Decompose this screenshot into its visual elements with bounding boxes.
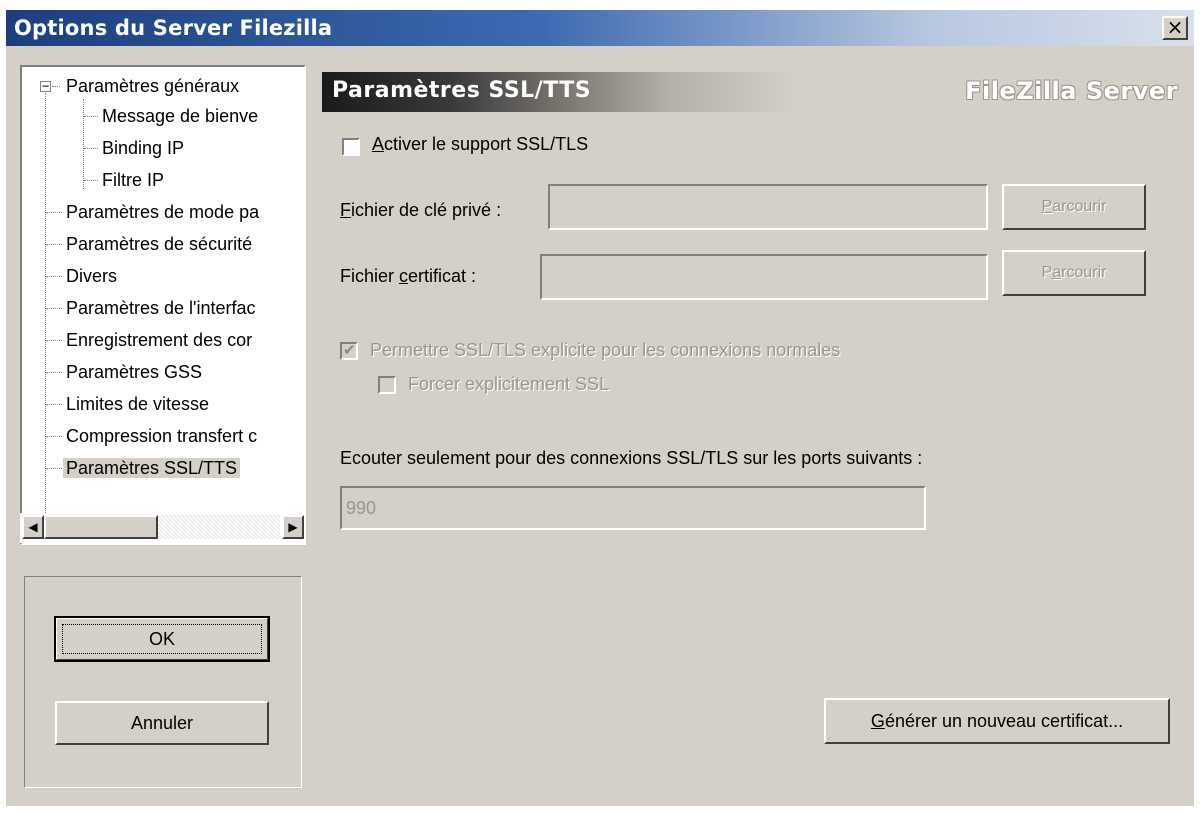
- brand-logo-text: FileZilla Server: [965, 77, 1178, 105]
- tree-item-general[interactable]: Paramètres généraux: [66, 75, 239, 97]
- title-bar: Options du Server Filezilla ×: [6, 10, 1194, 46]
- tree-item-gss[interactable]: Paramètres GSS: [66, 361, 202, 383]
- page-header: Paramètres SSL/TTS FileZilla Server: [322, 72, 1188, 112]
- tree-item-ssl[interactable]: Paramètres SSL/TTS: [63, 457, 241, 479]
- dialog-client: − Paramètres généraux Message de bienve …: [6, 46, 1194, 806]
- options-dialog: Options du Server Filezilla × − Paramètr…: [0, 0, 1200, 814]
- cancel-button[interactable]: Annuler: [55, 701, 269, 745]
- tree-item-ip-filter[interactable]: Filtre IP: [102, 169, 164, 191]
- certificate-field[interactable]: [540, 254, 988, 300]
- scroll-left-button[interactable]: ◀: [22, 515, 44, 539]
- tree-item-speed-limits[interactable]: Limites de vitesse: [66, 393, 209, 415]
- explicit-ssl-checkbox[interactable]: ✔: [340, 341, 358, 360]
- generate-certificate-button[interactable]: Générer un nouveau certificat...: [824, 698, 1170, 744]
- tree-item-misc[interactable]: Divers: [66, 265, 117, 287]
- close-icon: ×: [1166, 15, 1184, 39]
- scroll-left-icon: ◀: [28, 520, 38, 534]
- ssl-ports-label: Ecouter seulement pour des connexions SS…: [340, 448, 923, 468]
- page-title: Paramètres SSL/TTS: [332, 78, 592, 103]
- tree-item-interface[interactable]: Paramètres de l'interfac: [66, 297, 256, 319]
- ok-button[interactable]: OK: [54, 616, 270, 662]
- certificate-label: Fichier certificat :: [340, 266, 477, 286]
- explicit-ssl-label[interactable]: Permettre SSL/TLS explicite pour les con…: [370, 340, 840, 361]
- private-key-label: Fichier de clé privé :: [340, 200, 502, 220]
- scroll-thumb[interactable]: [44, 515, 158, 539]
- tree-horizontal-scrollbar[interactable]: ◀ ▶: [20, 513, 306, 543]
- tree-item-compression[interactable]: Compression transfert c: [66, 425, 257, 447]
- close-button[interactable]: ×: [1162, 16, 1188, 40]
- settings-tree[interactable]: − Paramètres généraux Message de bienve …: [20, 65, 306, 545]
- tree-item-passive-mode[interactable]: Paramètres de mode pa: [66, 201, 259, 223]
- enable-ssl-label[interactable]: Activer le support SSL/TLS: [372, 134, 588, 155]
- collapse-icon[interactable]: −: [40, 80, 51, 92]
- window-title: Options du Server Filezilla: [14, 16, 333, 40]
- tree-item-logging[interactable]: Enregistrement des cor: [66, 329, 252, 351]
- force-explicit-ssl-checkbox[interactable]: [378, 376, 396, 394]
- scroll-right-icon: ▶: [288, 520, 298, 534]
- tree-item-security[interactable]: Paramètres de sécurité: [66, 233, 252, 255]
- force-explicit-ssl-label[interactable]: Forcer explicitement SSL: [408, 374, 609, 395]
- check-icon: ✔: [343, 341, 356, 359]
- enable-ssl-checkbox[interactable]: [342, 138, 360, 156]
- browse-cert-button[interactable]: Pa rcourir: [1002, 250, 1146, 296]
- tree-item-welcome[interactable]: Message de bienve: [102, 105, 258, 127]
- tree-item-ip-binding[interactable]: Binding IP: [102, 137, 184, 159]
- ssl-ports-field[interactable]: 990: [340, 486, 926, 530]
- scroll-right-button[interactable]: ▶: [282, 515, 304, 539]
- dialog-buttons-group: OK Annuler: [24, 576, 302, 788]
- browse-key-button[interactable]: Parcourir: [1002, 184, 1146, 230]
- private-key-field[interactable]: [548, 184, 988, 230]
